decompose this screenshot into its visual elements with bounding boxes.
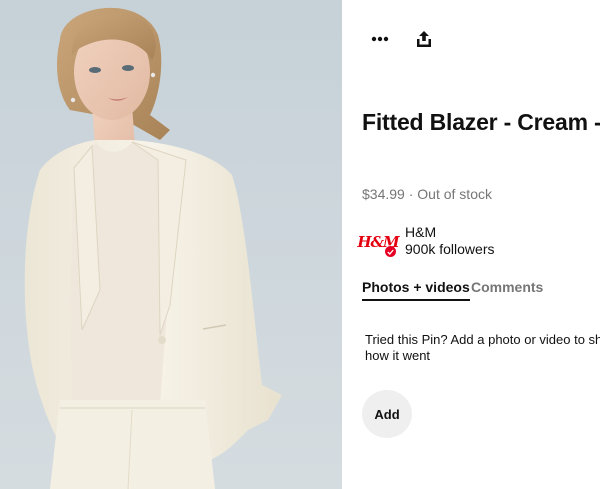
price-stock-row: $34.99 · Out of stock <box>362 186 492 202</box>
price: $34.99 <box>362 186 405 202</box>
brand-name[interactable]: H&M <box>405 224 436 240</box>
follower-count: 900k followers <box>405 241 495 257</box>
more-options-button[interactable] <box>363 24 397 54</box>
tab-comments[interactable]: Comments <box>471 279 543 295</box>
share-upload-icon <box>417 31 431 47</box>
share-button[interactable] <box>407 24 441 54</box>
price-separator: · <box>404 186 418 202</box>
tried-pin-prompt: Tried this Pin? Add a photo or video to … <box>365 332 600 363</box>
stock-status: Out of stock <box>417 186 492 202</box>
tab-photos-videos[interactable]: Photos + videos <box>362 279 470 301</box>
blazer-photo <box>0 0 342 489</box>
verified-badge-icon <box>385 246 396 257</box>
add-photo-button[interactable]: Add <box>362 390 412 438</box>
pin-image[interactable] <box>0 0 342 489</box>
more-horizontal-icon <box>371 36 389 42</box>
pin-title: Fitted Blazer - Cream - US <box>362 109 600 135</box>
pin-detail-panel: Fitted Blazer - Cream - US $34.99 · Out … <box>342 0 600 489</box>
